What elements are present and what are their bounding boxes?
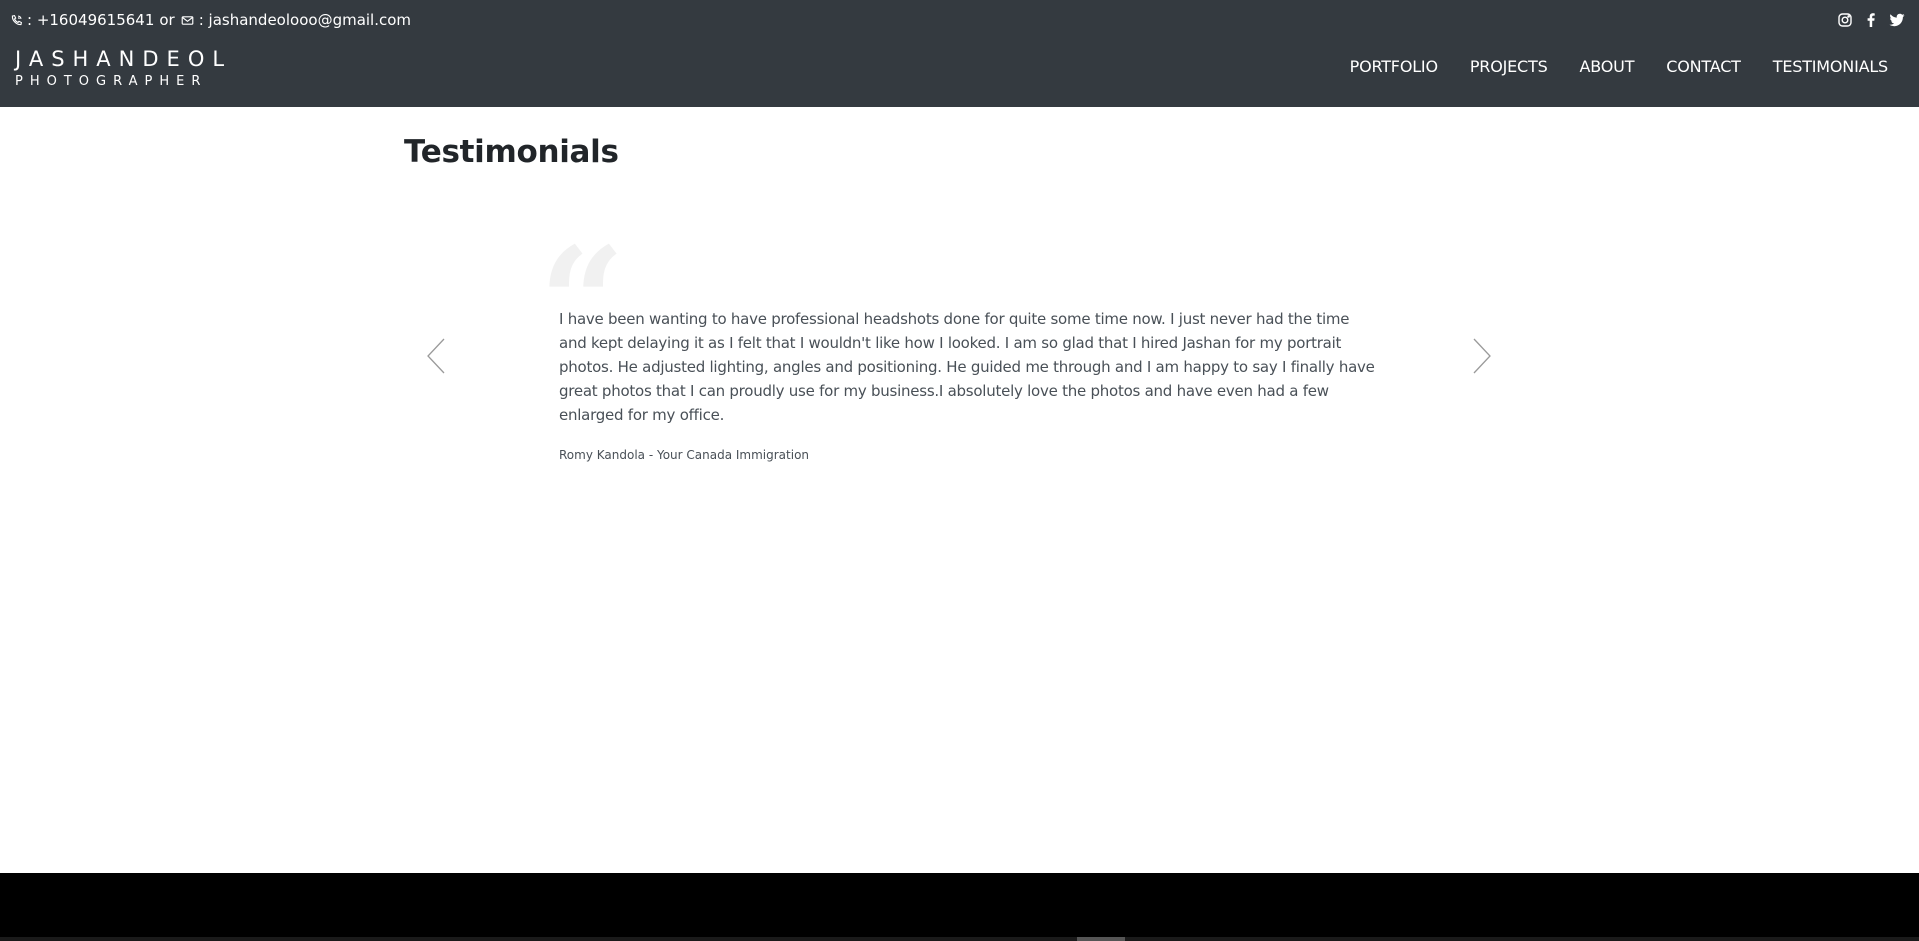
or-separator: or bbox=[159, 11, 175, 29]
nav-projects[interactable]: PROJECTS bbox=[1470, 57, 1548, 76]
instagram-icon[interactable] bbox=[1836, 11, 1853, 28]
main-nav: PORTFOLIO PROJECTS ABOUT CONTACT TESTIMO… bbox=[1350, 57, 1889, 76]
nav-contact[interactable]: CONTACT bbox=[1666, 57, 1741, 76]
testimonial-text: I have been wanting to have professional… bbox=[559, 310, 1375, 424]
email-address[interactable]: : jashandeolooo@gmail.com bbox=[199, 11, 411, 29]
site-header: : +16049615641 or : jashandeolooo@gmail.… bbox=[0, 0, 1919, 107]
nav-about[interactable]: ABOUT bbox=[1580, 57, 1635, 76]
horizontal-scrollbar[interactable] bbox=[0, 937, 1919, 941]
page-title: Testimonials bbox=[404, 134, 619, 170]
carousel-next-button[interactable] bbox=[1470, 336, 1494, 376]
brand-role: PHOTOGRAPHER bbox=[15, 74, 208, 89]
nav-portfolio[interactable]: PORTFOLIO bbox=[1350, 57, 1438, 76]
phone-icon bbox=[8, 12, 24, 28]
facebook-icon[interactable] bbox=[1862, 11, 1879, 28]
social-links bbox=[1836, 11, 1905, 28]
twitter-icon[interactable] bbox=[1888, 11, 1905, 28]
brand-logo[interactable]: JASHANDEOL PHOTOGRAPHER bbox=[15, 47, 232, 90]
site-footer bbox=[0, 873, 1919, 941]
chevron-left-icon bbox=[427, 338, 445, 374]
brand-name: JASHANDEOL bbox=[15, 47, 233, 71]
scrollbar-thumb[interactable] bbox=[1077, 937, 1125, 941]
phone-number[interactable]: : +16049615641 bbox=[27, 11, 154, 29]
testimonial-author: Romy Kandola - Your Canada Immigration bbox=[559, 448, 810, 462]
contact-bar: : +16049615641 or : jashandeolooo@gmail.… bbox=[8, 9, 411, 31]
mail-icon bbox=[180, 12, 196, 28]
carousel-prev-button[interactable] bbox=[424, 336, 448, 376]
nav-testimonials[interactable]: TESTIMONIALS bbox=[1773, 57, 1888, 76]
chevron-right-icon bbox=[1473, 338, 1491, 374]
